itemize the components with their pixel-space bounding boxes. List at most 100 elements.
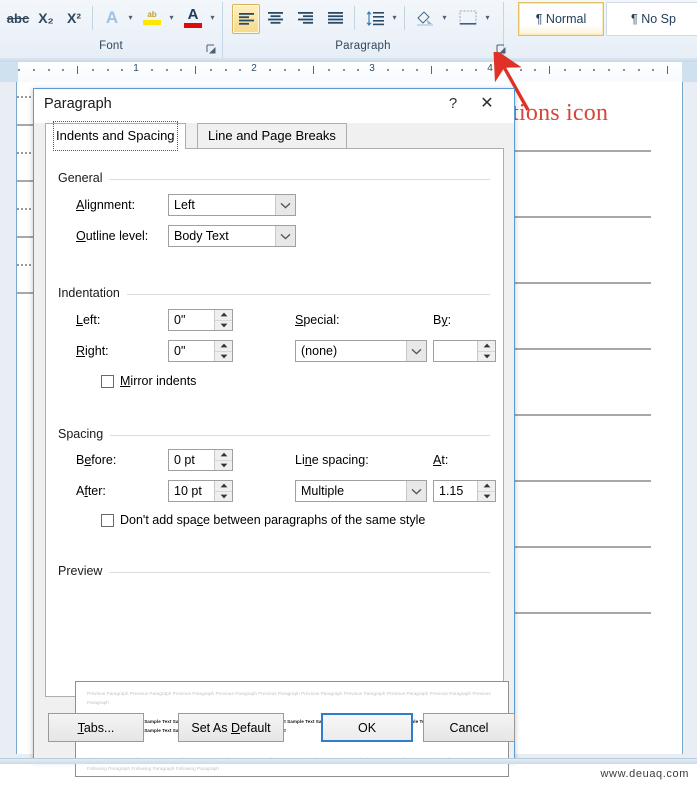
indent-right-stepper[interactable] [214,341,232,361]
ruler-number: 3 [369,63,375,74]
document-line [511,480,651,482]
at-input[interactable]: 1.15 [433,480,496,502]
indent-left-input[interactable]: 0" [168,309,233,331]
line-spacing-chevron-down-icon[interactable] [406,481,426,501]
tab-indents-and-spacing[interactable]: Indents and Spacing [45,121,186,151]
at-stepper-down-icon[interactable] [478,490,495,502]
outline-level-select[interactable]: Body Text [168,225,296,247]
align-center-icon[interactable] [262,4,288,32]
special-chevron-down-icon[interactable] [406,341,426,361]
spacing-after-input[interactable]: 10 pt [168,480,233,502]
ruler-tick [77,66,78,74]
ruler-tick [209,69,212,71]
ruler-tick [283,69,286,71]
style-no-spacing[interactable]: ¶ No Sp [606,2,697,36]
alignment-select[interactable]: Left [168,194,296,216]
borders-chevron-down-icon[interactable]: ▾ [484,14,491,22]
text-effects-icon[interactable]: A [100,4,124,32]
alignment-chevron-down-icon[interactable] [275,195,295,215]
by-input[interactable] [433,340,496,362]
help-button[interactable]: ? [440,93,466,115]
close-icon[interactable]: ✕ [474,93,500,115]
line-spacing-chevron-down-icon[interactable]: ▾ [391,14,398,22]
line-and-paragraph-spacing-icon[interactable] [362,4,388,32]
dont-add-space-label: Don't add space between paragraphs of th… [120,513,426,527]
indent-right-stepper-up-icon[interactable] [215,341,232,351]
font-color-chevron-down-icon[interactable]: ▾ [209,14,216,22]
status-bar [0,758,697,764]
align-left-icon[interactable] [232,4,260,34]
dialog-button-row: Tabs... Set As Default OK Cancel [34,696,515,760]
ruler-tick [150,69,153,71]
ruler-tick [313,66,314,74]
ok-button[interactable]: OK [321,713,413,742]
ruler-tick [18,69,20,71]
borders-icon[interactable] [455,4,481,32]
superscript-icon[interactable]: X² [62,4,86,32]
general-group-title: General [58,171,110,185]
preview-group-title: Preview [58,564,110,578]
indent-left-stepper-down-icon[interactable] [215,319,232,331]
indent-right-label: Right: [76,344,109,358]
indent-right-input[interactable]: 0" [168,340,233,362]
spacing-before-input[interactable]: 0 pt [168,449,233,471]
justify-icon[interactable] [322,4,348,32]
special-value: (none) [301,344,338,358]
set-as-default-button-label: Set As Default [191,720,271,735]
text-highlight-chevron-down-icon[interactable]: ▾ [168,14,175,22]
indent-right-value: 0" [174,344,186,358]
by-stepper[interactable] [477,341,495,361]
indent-right-stepper-down-icon[interactable] [215,350,232,362]
indentation-group: Indentation [58,286,490,300]
font-dialog-launcher[interactable] [205,43,218,56]
by-label: By: [433,313,452,327]
at-stepper-up-icon[interactable] [478,481,495,491]
subscript-icon[interactable]: X₂ [34,4,58,32]
line-spacing-select[interactable]: Multiple [295,480,427,502]
indent-left-value: 0" [174,313,186,327]
set-as-default-button[interactable]: Set As Default [178,713,284,742]
align-right-icon[interactable] [292,4,318,32]
special-select[interactable]: (none) [295,340,427,362]
text-highlight-color-icon[interactable]: ab [139,4,165,32]
dialog-title-bar: Paragraph ? ✕ [34,89,514,123]
watermark: www.deuaq.com [600,768,689,780]
cancel-button[interactable]: Cancel [423,713,515,742]
spacing-before-stepper[interactable] [214,450,232,470]
by-stepper-down-icon[interactable] [478,350,495,362]
ruler-tick [342,69,345,71]
ruler-left-margin [0,62,18,82]
font-color-icon[interactable]: A [180,4,206,32]
line-spacing-value: Multiple [301,484,345,498]
shading-chevron-down-icon[interactable]: ▾ [441,14,448,22]
strikethrough-icon[interactable]: abc [6,4,30,32]
text-effects-chevron-down-icon[interactable]: ▾ [127,14,134,22]
dont-add-space-checkbox[interactable]: Don't add space between paragraphs of th… [101,513,425,527]
font-group-label: Font [99,40,123,52]
spacing-after-stepper-down-icon[interactable] [215,490,232,502]
tabs-button-label: Tabs... [77,720,115,735]
spacing-after-stepper-up-icon[interactable] [215,481,232,491]
by-stepper-up-icon[interactable] [478,341,495,351]
mirror-indents-label: Mirror indents [120,374,197,388]
indent-left-stepper[interactable] [214,310,232,330]
dont-add-space-checkbox-box[interactable] [101,513,114,527]
tabs-button[interactable]: Tabs... [48,713,144,742]
mirror-indents-checkbox[interactable]: Mirror indents [101,374,196,388]
spacing-before-stepper-down-icon[interactable] [215,459,232,471]
indent-left-stepper-up-icon[interactable] [215,310,232,320]
spacing-before-stepper-up-icon[interactable] [215,450,232,460]
at-stepper[interactable] [477,481,495,501]
outline-level-chevron-down-icon[interactable] [275,226,295,246]
outline-level-value: Body Text [174,229,229,243]
ruler-tick [165,69,168,71]
shading-icon[interactable] [412,4,438,32]
indent-left-label: Left: [76,313,101,327]
preview-group: Preview [58,564,490,578]
horizontal-ruler[interactable]: 1234 [0,62,697,82]
document-line [511,150,651,152]
spacing-after-stepper[interactable] [214,481,232,501]
mirror-indents-checkbox-box[interactable] [101,374,114,388]
style-normal[interactable]: ¶ Normal [518,2,604,36]
tab-line-and-page-breaks[interactable]: Line and Page Breaks [197,123,347,148]
